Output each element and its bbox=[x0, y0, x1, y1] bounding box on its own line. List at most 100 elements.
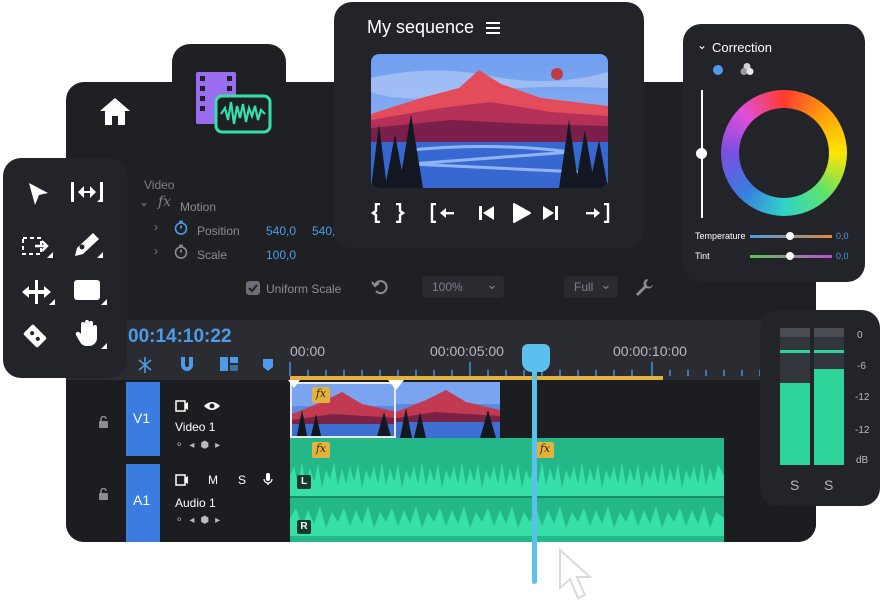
zoom-dropdown[interactable]: 100% ⌄ bbox=[422, 276, 504, 298]
playhead-handle[interactable] bbox=[522, 344, 550, 372]
left-channel-badge: L bbox=[297, 475, 311, 489]
ruler-label: 00:00:05:00 bbox=[430, 343, 504, 359]
mouse-cursor-icon bbox=[558, 548, 594, 604]
stopwatch-icon[interactable] bbox=[174, 220, 188, 235]
scale-label: Scale bbox=[197, 248, 228, 262]
video-section-label: Video bbox=[144, 178, 175, 192]
razor-tool-icon[interactable] bbox=[19, 320, 51, 352]
sequence-title: My sequence bbox=[367, 17, 475, 37]
timecode[interactable]: 00:14:10:22 bbox=[128, 326, 232, 348]
tint-label: Tint bbox=[695, 251, 710, 261]
media-tile[interactable] bbox=[172, 44, 286, 158]
resolution-dropdown[interactable]: Full ⌄ bbox=[564, 276, 618, 298]
playhead-line[interactable] bbox=[532, 364, 537, 542]
meter-scale-label: 0 bbox=[857, 330, 863, 341]
film-icon[interactable] bbox=[175, 400, 189, 412]
scale-value[interactable]: 100,0 bbox=[266, 248, 296, 262]
play-icon[interactable] bbox=[512, 202, 532, 224]
chevron-right-icon[interactable]: › bbox=[154, 244, 158, 258]
stopwatch-icon[interactable] bbox=[174, 244, 188, 259]
solo-left-button[interactable]: S bbox=[790, 477, 799, 493]
color-wheel-center bbox=[739, 108, 829, 198]
reset-icon[interactable] bbox=[371, 279, 389, 295]
eye-icon[interactable] bbox=[203, 400, 221, 412]
channel-divider bbox=[290, 496, 724, 498]
transition-marker[interactable] bbox=[388, 380, 404, 390]
timeline-panel: 00:14:10:22 00:00 00:00:05:00 00:00:10:0… bbox=[66, 320, 816, 542]
position-y-value[interactable]: 540, bbox=[312, 224, 335, 238]
uniform-scale-label: Uniform Scale bbox=[266, 282, 342, 296]
keyframe-nav[interactable]: ⚬◂⬢▸ bbox=[175, 440, 226, 451]
hand-tool-icon[interactable] bbox=[73, 318, 107, 350]
marker-icon[interactable] bbox=[262, 358, 274, 372]
meter-level-left bbox=[780, 382, 810, 465]
position-x-value[interactable]: 540,0 bbox=[266, 224, 296, 238]
fx-icon: fx bbox=[158, 194, 172, 210]
meter-scale-label: dB bbox=[856, 455, 869, 466]
step-back-icon[interactable] bbox=[477, 205, 495, 221]
multi-color-mode-icon[interactable] bbox=[740, 62, 754, 76]
fx-badge[interactable]: fx bbox=[312, 387, 330, 403]
program-preview[interactable] bbox=[371, 54, 608, 188]
mute-button[interactable]: M bbox=[208, 473, 218, 487]
magnet-icon[interactable] bbox=[178, 355, 196, 373]
temperature-thumb[interactable] bbox=[786, 232, 794, 240]
tint-thumb[interactable] bbox=[786, 252, 794, 260]
luminance-slider-thumb[interactable] bbox=[696, 148, 707, 159]
solo-right-button[interactable]: S bbox=[824, 477, 833, 493]
linked-selection-icon[interactable] bbox=[219, 355, 239, 373]
menu-icon[interactable] bbox=[486, 22, 500, 34]
step-forward-icon[interactable] bbox=[542, 205, 560, 221]
video-clip[interactable] bbox=[290, 382, 396, 438]
fx-badge[interactable]: fx bbox=[536, 442, 554, 458]
right-channel-badge: R bbox=[297, 520, 311, 534]
audio-meter-panel: 0 -6 -12 -12 dB S S bbox=[760, 310, 880, 506]
meter-cap bbox=[780, 328, 810, 337]
single-color-mode[interactable] bbox=[713, 65, 723, 75]
film-icon[interactable] bbox=[175, 474, 189, 486]
solo-button[interactable]: S bbox=[238, 473, 246, 487]
tools-panel bbox=[3, 158, 127, 378]
track-target-v1[interactable]: V1 bbox=[126, 382, 160, 456]
tint-value[interactable]: 0,0 bbox=[836, 251, 849, 261]
chevron-down-icon: ⌄ bbox=[486, 276, 498, 292]
lock-icon[interactable] bbox=[98, 416, 109, 428]
video-clip[interactable] bbox=[396, 382, 500, 438]
track-select-tool-icon[interactable] bbox=[21, 234, 53, 260]
keyframe-nav[interactable]: ⚬◂⬢▸ bbox=[175, 515, 226, 526]
track-name: Audio 1 bbox=[175, 496, 216, 510]
move-tool-icon[interactable] bbox=[19, 278, 55, 306]
temperature-value[interactable]: 0,0 bbox=[836, 231, 849, 241]
home-icon[interactable] bbox=[98, 96, 132, 126]
audio-waveform-right bbox=[290, 506, 724, 536]
uniform-scale-checkbox[interactable] bbox=[246, 281, 260, 295]
video-audio-file-icon bbox=[194, 70, 274, 136]
lock-icon[interactable] bbox=[98, 488, 109, 500]
mark-in-out-icon[interactable] bbox=[370, 203, 406, 223]
track-target-a1[interactable]: A1 bbox=[126, 464, 160, 542]
rectangle-tool-icon[interactable] bbox=[73, 276, 107, 306]
go-to-out-icon[interactable] bbox=[584, 203, 610, 223]
transition-marker[interactable] bbox=[288, 380, 300, 388]
pen-tool-icon[interactable] bbox=[71, 230, 103, 260]
snap-icon[interactable] bbox=[136, 356, 154, 374]
playhead-tail bbox=[532, 540, 537, 584]
peak-hold-right bbox=[814, 350, 844, 353]
fx-badge[interactable]: fx bbox=[312, 442, 330, 458]
ruler-ticks[interactable] bbox=[288, 358, 814, 378]
chevron-down-icon[interactable]: ⌄ bbox=[697, 38, 707, 52]
track-id: A1 bbox=[133, 492, 151, 508]
chevron-down-icon: ⌄ bbox=[600, 276, 612, 292]
selection-tool-icon[interactable] bbox=[26, 180, 52, 208]
ripple-edit-tool-icon[interactable] bbox=[69, 180, 105, 206]
wrench-icon[interactable] bbox=[634, 277, 654, 297]
meter-scale-label: -12 bbox=[855, 425, 870, 436]
microphone-icon[interactable] bbox=[263, 472, 273, 486]
resolution-value: Full bbox=[574, 280, 594, 294]
chevron-down-icon[interactable]: ⌄ bbox=[139, 195, 149, 209]
correction-title: Correction bbox=[712, 40, 772, 55]
go-to-in-icon[interactable] bbox=[430, 203, 456, 223]
position-label: Position bbox=[197, 224, 240, 238]
ruler-label: 00:00:10:00 bbox=[613, 343, 687, 359]
chevron-right-icon[interactable]: › bbox=[154, 220, 158, 234]
